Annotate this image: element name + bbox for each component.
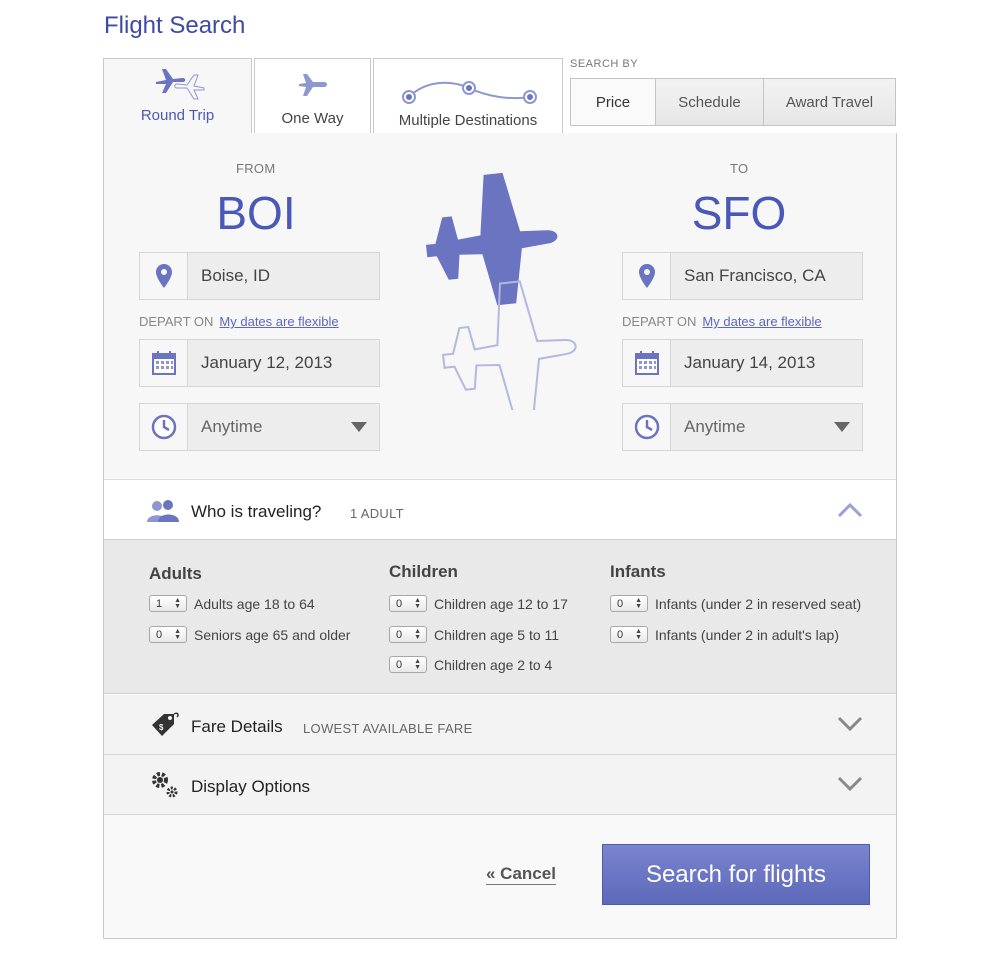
fare-details-title: Fare Details	[191, 717, 283, 736]
chevron-up-icon[interactable]	[837, 502, 863, 518]
calendar-icon	[623, 340, 671, 386]
to-city-value: San Francisco, CA	[684, 266, 826, 285]
travelers-summary: 1 ADULT	[350, 506, 404, 521]
search-by-toggle: Price Schedule Award Travel	[570, 78, 896, 126]
to-date-value: January 14, 2013	[684, 353, 816, 372]
fare-details-subtitle: LOWEST AVAILABLE FARE	[303, 721, 473, 736]
multi-stop-route-icon	[402, 81, 537, 104]
flight-illustration-icon	[426, 172, 577, 410]
infants-lap-count-stepper[interactable]: 0 ▲ ▼	[610, 626, 648, 643]
search-by-label: SEARCH BY	[570, 58, 639, 70]
children-title: Children	[389, 562, 458, 581]
traveler-row-label: Children age 12 to 17	[434, 595, 568, 612]
from-airport-code: BOI	[216, 187, 296, 239]
from-time-select[interactable]: Anytime	[139, 403, 380, 451]
to-airport-code: SFO	[691, 187, 787, 239]
to-date-field[interactable]: January 14, 2013	[622, 339, 863, 387]
traveler-row: 0 ▲ ▼ Children age 12 to 17	[389, 595, 568, 612]
from-date-value: January 12, 2013	[201, 353, 333, 372]
depart-on-label: DEPART ON	[139, 314, 214, 329]
chevron-down-icon	[822, 404, 862, 450]
to-city-field[interactable]: San Francisco, CA	[622, 252, 863, 300]
to-time-select[interactable]: Anytime	[622, 403, 863, 451]
clock-icon	[140, 404, 188, 450]
travelers-title: Who is traveling?	[191, 502, 322, 521]
search-by-price[interactable]: Price	[571, 79, 655, 125]
from-depart-row: DEPART ON My dates are flexible	[139, 313, 339, 331]
search-by-schedule[interactable]: Schedule	[655, 79, 763, 125]
to-flexible-dates-link[interactable]: My dates are flexible	[702, 314, 821, 329]
page-title: Flight Search	[104, 12, 246, 39]
round-trip-planes-icon	[156, 69, 205, 100]
display-options-title: Display Options	[191, 777, 311, 796]
tab-round-trip[interactable]: Round Trip	[103, 58, 252, 133]
from-label: FROM	[236, 161, 276, 176]
from-flexible-dates-link[interactable]: My dates are flexible	[219, 314, 338, 329]
traveler-row-label: Children age 5 to 11	[434, 626, 560, 643]
gears-icon	[152, 772, 178, 798]
children-2-4-count-stepper[interactable]: 0 ▲ ▼	[389, 656, 427, 673]
traveler-row: 0 ▲ ▼ Infants (under 2 in adult's lap)	[610, 626, 839, 643]
seniors-count-stepper[interactable]: 0 ▲ ▼	[149, 626, 187, 643]
chevron-down-icon[interactable]	[837, 716, 863, 732]
adults-count-stepper[interactable]: 1 ▲ ▼	[149, 595, 187, 612]
from-city-value: Boise, ID	[201, 266, 270, 285]
calendar-icon	[140, 340, 188, 386]
traveler-row: 1 ▲ ▼ Adults age 18 to 64	[149, 595, 315, 612]
search-flights-button[interactable]: Search for flights	[602, 844, 870, 905]
traveler-row: 0 ▲ ▼ Infants (under 2 in reserved seat)	[610, 595, 861, 612]
traveler-row-label: Adults age 18 to 64	[194, 595, 315, 612]
location-pin-icon	[623, 253, 671, 299]
from-city-field[interactable]: Boise, ID	[139, 252, 380, 300]
tab-label: One Way	[281, 110, 344, 127]
traveler-row: 0 ▲ ▼ Children age 2 to 4	[389, 656, 552, 673]
traveler-row-label: Children age 2 to 4	[434, 656, 553, 673]
traveler-row: 0 ▲ ▼ Seniors age 65 and older	[149, 626, 350, 643]
tab-label: Multiple Destinations	[398, 112, 538, 129]
to-depart-row: DEPART ON My dates are flexible	[622, 313, 822, 331]
price-tag-icon: $	[152, 712, 179, 736]
depart-on-label: DEPART ON	[622, 314, 697, 329]
adults-title: Adults	[149, 564, 202, 583]
airplane-icon	[299, 74, 327, 96]
location-pin-icon	[140, 253, 188, 299]
tab-one-way[interactable]: One Way	[254, 58, 371, 133]
infants-seat-count-stepper[interactable]: 0 ▲ ▼	[610, 595, 648, 612]
infants-title: Infants	[610, 562, 666, 581]
traveler-row-label: Infants (under 2 in adult's lap)	[655, 626, 840, 643]
tab-label: Round Trip	[140, 107, 215, 124]
traveler-row-label: Infants (under 2 in reserved seat)	[655, 595, 862, 612]
cancel-link[interactable]: « Cancel	[486, 864, 556, 885]
from-date-field[interactable]: January 12, 2013	[139, 339, 380, 387]
to-time-value: Anytime	[684, 417, 746, 436]
people-icon	[147, 500, 179, 522]
clock-icon	[623, 404, 671, 450]
traveler-row-label: Seniors age 65 and older	[194, 626, 351, 643]
children-12-17-count-stepper[interactable]: 0 ▲ ▼	[389, 595, 427, 612]
to-label: TO	[730, 161, 749, 176]
from-time-value: Anytime	[201, 417, 263, 436]
svg-text:$: $	[159, 723, 164, 732]
children-5-11-count-stepper[interactable]: 0 ▲ ▼	[389, 626, 427, 643]
traveler-row: 0 ▲ ▼ Children age 5 to 11	[389, 626, 559, 643]
search-by-award-travel[interactable]: Award Travel	[763, 79, 895, 125]
chevron-down-icon[interactable]	[837, 776, 863, 792]
chevron-down-icon	[339, 404, 379, 450]
tab-multiple-destinations[interactable]: Multiple Destinations	[373, 58, 563, 133]
